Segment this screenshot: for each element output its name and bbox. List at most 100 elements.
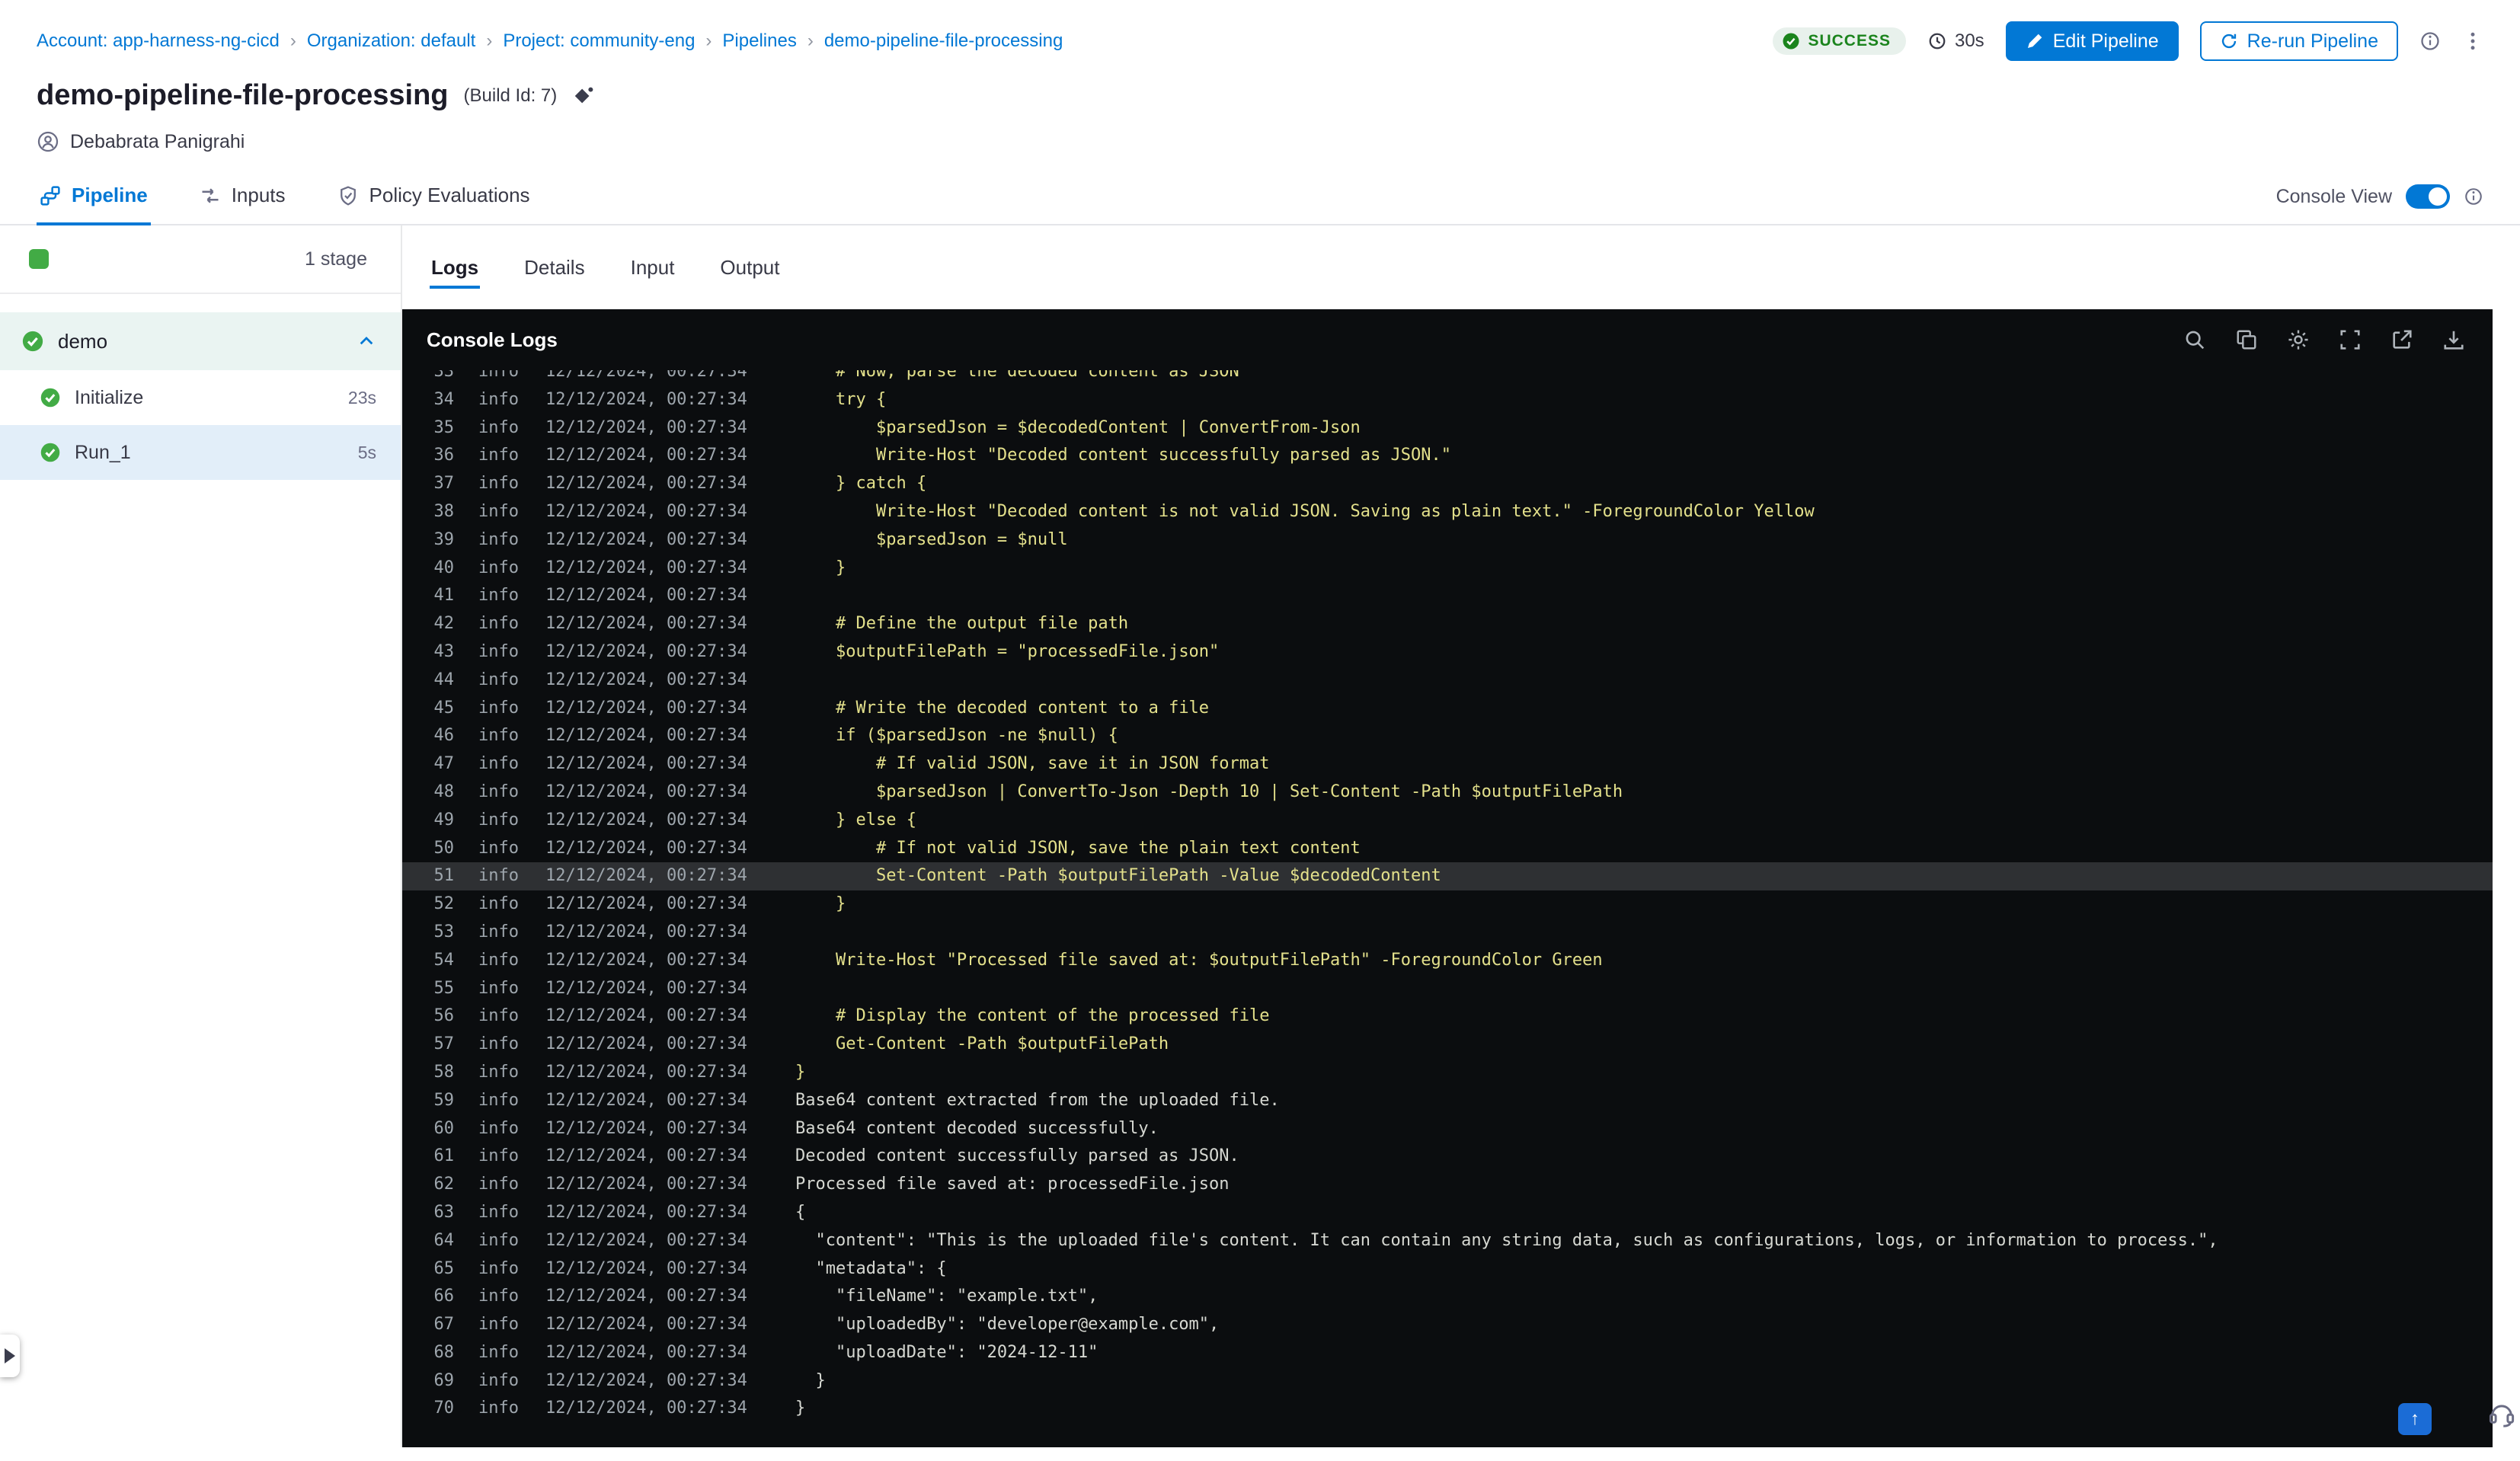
log-row[interactable]: 49 info 12/12/2024, 00:27:34 } else { (402, 807, 2493, 835)
log-row[interactable]: 68 info 12/12/2024, 00:27:34 "uploadDate":… (402, 1339, 2493, 1367)
log-level: info (478, 529, 519, 549)
log-level: info (478, 698, 519, 718)
edit-pipeline-label: Edit Pipeline (2052, 30, 2159, 52)
log-row[interactable]: 42 info 12/12/2024, 00:27:34 # Define the … (402, 610, 2493, 638)
log-message: # If valid JSON, save it in JSON format (795, 754, 1270, 774)
log-timestamp: 12/12/2024, 00:27:34 (545, 1315, 747, 1335)
log-timestamp: 12/12/2024, 00:27:34 (545, 1342, 747, 1362)
breadcrumb-organization-link[interactable]: Organization: default (307, 30, 475, 52)
download-icon[interactable] (2442, 328, 2465, 351)
log-row[interactable]: 57 info 12/12/2024, 00:27:34 Get-Content -… (402, 1031, 2493, 1059)
tab-policy-evaluations[interactable]: Policy Evaluations (334, 174, 533, 224)
log-message: Write-Host "Decoded content successfully… (795, 446, 1451, 465)
log-row[interactable]: 70 info 12/12/2024, 00:27:34} (402, 1395, 2493, 1423)
stage-status-square-icon[interactable] (29, 249, 49, 269)
stage-success-check-icon (21, 330, 44, 353)
log-row[interactable]: 38 info 12/12/2024, 00:27:34 Write-Host "D… (402, 498, 2493, 526)
log-row[interactable]: 60 info 12/12/2024, 00:27:34 Base64 content… (402, 1115, 2493, 1143)
edit-pipeline-button[interactable]: Edit Pipeline (2005, 21, 2179, 61)
log-row[interactable]: 48 info 12/12/2024, 00:27:34 $parsedJson |… (402, 778, 2493, 807)
search-icon[interactable] (2183, 328, 2206, 351)
stage-group-header-demo[interactable]: demo (0, 312, 401, 370)
log-timestamp: 12/12/2024, 00:27:34 (545, 1175, 747, 1194)
step-item-initialize[interactable]: Initialize 23s (0, 370, 401, 425)
log-line-number: 69 (433, 1370, 455, 1390)
tab-pipeline[interactable]: Pipeline (37, 174, 151, 225)
log-row[interactable]: 65 info 12/12/2024, 00:27:34 "metadata": { (402, 1255, 2493, 1284)
tab-input[interactable]: Input (629, 244, 676, 292)
log-level: info (478, 866, 519, 886)
shield-check-icon (337, 185, 359, 206)
log-row[interactable]: 50 info 12/12/2024, 00:27:34 # If not vali… (402, 835, 2493, 863)
log-row[interactable]: 39 info 12/12/2024, 00:27:34 $parsedJson =… (402, 526, 2493, 555)
governance-diamond-icon[interactable] (572, 85, 595, 107)
log-message: "metadata": { (795, 1258, 947, 1278)
log-row[interactable]: 59 info 12/12/2024, 00:27:34 Base64 content… (402, 1087, 2493, 1115)
log-row[interactable]: 46 info 12/12/2024, 00:27:34 if ($parsedJs… (402, 722, 2493, 750)
log-row[interactable]: 43 info 12/12/2024, 00:27:34 $outputFilePa… (402, 638, 2493, 667)
log-row[interactable]: 67 info 12/12/2024, 00:27:34 "uploadedBy":… (402, 1311, 2493, 1339)
log-message: Base64 content extracted from the upload… (795, 1090, 1280, 1110)
log-timestamp: 12/12/2024, 00:27:34 (545, 726, 747, 746)
log-row[interactable]: 37 info 12/12/2024, 00:27:34 } catch { (402, 470, 2493, 498)
breadcrumb-pipelines-link[interactable]: Pipelines (722, 30, 796, 52)
log-row[interactable]: 34 info 12/12/2024, 00:27:34 try { (402, 386, 2493, 414)
console-view-info-icon[interactable] (2464, 187, 2483, 206)
rerun-pipeline-label: Re-run Pipeline (2247, 30, 2378, 52)
log-row[interactable]: 69 info 12/12/2024, 00:27:34 } (402, 1367, 2493, 1395)
log-row[interactable]: 36 info 12/12/2024, 00:27:34 Write-Host "D… (402, 442, 2493, 470)
main-panel: Logs Details Input Output Console Logs 3… (402, 225, 2520, 1447)
log-row[interactable]: 64 info 12/12/2024, 00:27:34 "content": "T… (402, 1227, 2493, 1255)
fullscreen-icon[interactable] (2339, 328, 2362, 351)
step-item-run-1[interactable]: Run_1 5s (0, 425, 401, 480)
settings-gear-icon[interactable] (2287, 328, 2310, 351)
console-view-toggle[interactable] (2406, 184, 2450, 209)
rerun-pipeline-button[interactable]: Re-run Pipeline (2199, 21, 2398, 61)
console-panel: Console Logs 33 info 12/12/2024, 00:27:3… (402, 309, 2493, 1447)
log-row[interactable]: 44 info 12/12/2024, 00:27:34 (402, 667, 2493, 695)
pipeline-icon (40, 185, 61, 206)
log-row[interactable]: 40 info 12/12/2024, 00:27:34 } (402, 555, 2493, 583)
scroll-to-top-button[interactable]: ↑ (2398, 1403, 2432, 1435)
log-level: info (478, 670, 519, 689)
log-row[interactable]: 35 info 12/12/2024, 00:27:34 $parsedJson =… (402, 414, 2493, 443)
log-row[interactable]: 56 info 12/12/2024, 00:27:34 # Display the… (402, 1002, 2493, 1031)
log-message: Write-Host "Decoded content is not valid… (795, 501, 1815, 521)
breadcrumb-account-link[interactable]: Account: app-harness-ng-cicd (37, 30, 280, 52)
log-row[interactable]: 47 info 12/12/2024, 00:27:34 # If valid JS… (402, 750, 2493, 778)
log-row[interactable]: 53 info 12/12/2024, 00:27:34 (402, 919, 2493, 947)
chevron-up-icon[interactable] (357, 331, 376, 351)
user-row: Debabrata Panigrahi (0, 130, 2520, 153)
open-in-new-icon[interactable] (2390, 328, 2413, 351)
breadcrumb-separator: › (289, 30, 296, 51)
tab-output[interactable]: Output (718, 244, 781, 292)
log-level: info (478, 1230, 519, 1250)
log-line-number: 66 (433, 1287, 455, 1306)
log-row[interactable]: 63 info 12/12/2024, 00:27:34 { (402, 1199, 2493, 1227)
log-row[interactable]: 55 info 12/12/2024, 00:27:34 (402, 975, 2493, 1003)
log-timestamp: 12/12/2024, 00:27:34 (545, 698, 747, 718)
log-row[interactable]: 58 info 12/12/2024, 00:27:34} (402, 1059, 2493, 1087)
log-row[interactable]: 51 info 12/12/2024, 00:27:34 Set-Content -… (402, 862, 2493, 891)
log-row[interactable]: 33 info 12/12/2024, 00:27:34 # Now, parse … (402, 370, 2493, 386)
log-row[interactable]: 41 info 12/12/2024, 00:27:34 (402, 582, 2493, 610)
log-row[interactable]: 52 info 12/12/2024, 00:27:34 } (402, 890, 2493, 919)
tab-logs[interactable]: Logs (430, 244, 481, 292)
support-headset-icon[interactable] (2488, 1400, 2515, 1427)
log-row[interactable]: 45 info 12/12/2024, 00:27:34 # Write the d… (402, 695, 2493, 723)
breadcrumb-current-pipeline-link[interactable]: demo-pipeline-file-processing (824, 30, 1063, 52)
expand-panel-button[interactable] (0, 1335, 20, 1377)
log-row[interactable]: 62 info 12/12/2024, 00:27:34 Processed file… (402, 1171, 2493, 1199)
breadcrumb-project-link[interactable]: Project: community-eng (503, 30, 695, 52)
log-row[interactable]: 54 info 12/12/2024, 00:27:34 Write-Host "P… (402, 947, 2493, 975)
copy-icon[interactable] (2235, 328, 2258, 351)
nav-tabs: Pipeline Inputs Policy Evaluations Conso… (0, 174, 2520, 225)
tab-details[interactable]: Details (523, 244, 586, 292)
log-row[interactable]: 61 info 12/12/2024, 00:27:34 Decoded conten… (402, 1143, 2493, 1171)
log-message: Decoded content successfully parsed as J… (795, 1146, 1239, 1166)
info-icon[interactable] (2419, 30, 2441, 52)
tab-inputs[interactable]: Inputs (197, 174, 289, 224)
kebab-menu-icon[interactable] (2462, 29, 2483, 53)
log-row[interactable]: 66 info 12/12/2024, 00:27:34 "fileName": "… (402, 1283, 2493, 1311)
log-area[interactable]: 33 info 12/12/2024, 00:27:34 # Now, parse … (402, 370, 2493, 1447)
